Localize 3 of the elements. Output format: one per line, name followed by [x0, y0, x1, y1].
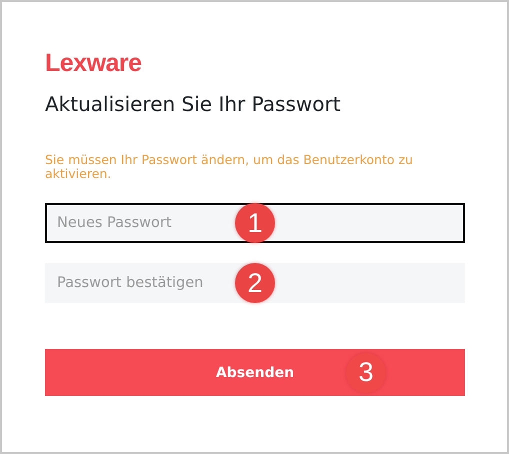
page-title: Aktualisieren Sie Ihr Passwort: [45, 91, 342, 118]
logo: Lexware: [45, 50, 142, 76]
info-message: Sie müssen Ihr Passwort ändern, um das Benutzerkonto zu aktivieren.: [45, 153, 414, 181]
